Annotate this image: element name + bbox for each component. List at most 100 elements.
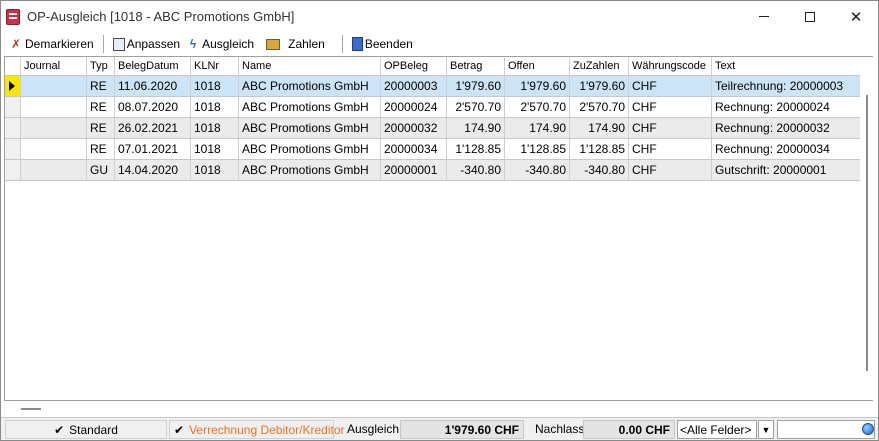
cell-zuzahlen[interactable]: 2'570.70 (570, 97, 629, 117)
cell-offen[interactable]: 1'979.60 (505, 76, 570, 96)
cell-opbeleg[interactable]: 20000024 (381, 97, 447, 117)
column-header-typ[interactable]: Typ (87, 57, 115, 75)
column-header-journal[interactable]: Journal (21, 57, 87, 75)
vertical-scrollbar-thumb[interactable] (866, 95, 868, 371)
cell-belegdatum[interactable]: 14.04.2020 (115, 160, 191, 180)
verrechnung-label: Verrechnung Debitor/Kreditor (189, 423, 345, 437)
cell-opbeleg[interactable]: 20000032 (381, 118, 447, 138)
cell-betrag[interactable]: -340.80 (447, 160, 505, 180)
cell-name[interactable]: ABC Promotions GmbH (239, 97, 381, 117)
standard-toggle[interactable]: ✔ Standard (5, 420, 167, 439)
vertical-scrollbar[interactable] (861, 57, 873, 400)
cell-text[interactable]: Teilrechnung: 20000003 (712, 76, 860, 96)
column-header-waehrungscode[interactable]: Währungscode (629, 57, 712, 75)
cell-waehrungscode[interactable]: CHF (629, 97, 712, 117)
cell-opbeleg[interactable]: 20000001 (381, 160, 447, 180)
cell-opbeleg[interactable]: 20000034 (381, 139, 447, 159)
cell-name[interactable]: ABC Promotions GmbH (239, 160, 381, 180)
cell-belegdatum[interactable]: 08.07.2020 (115, 97, 191, 117)
payment-icon (266, 38, 281, 50)
ausgleich-button[interactable]: ϟ Ausgleich (183, 34, 257, 54)
cell-journal[interactable] (21, 139, 87, 159)
column-header-betrag[interactable]: Betrag (447, 57, 505, 75)
cell-zuzahlen[interactable]: 1'128.85 (570, 139, 629, 159)
zahlen-label: Zahlen (288, 37, 325, 51)
verrechnung-toggle[interactable]: ✔ Verrechnung Debitor/Kreditor (169, 420, 344, 439)
table-row[interactable]: RE 07.01.2021 1018 ABC Promotions GmbH 2… (5, 139, 860, 160)
anpassen-button[interactable]: Anpassen (110, 34, 183, 54)
cell-offen[interactable]: 174.90 (505, 118, 570, 138)
cell-text[interactable]: Rechnung: 20000024 (712, 97, 860, 117)
cell-journal[interactable] (21, 97, 87, 117)
minimize-button[interactable] (741, 1, 787, 32)
maximize-button[interactable] (787, 1, 833, 32)
cell-typ[interactable]: RE (87, 97, 115, 117)
column-header-belegdatum[interactable]: BelegDatum (115, 57, 191, 75)
column-header-offen[interactable]: Offen (505, 57, 570, 75)
table-row[interactable]: RE 08.07.2020 1018 ABC Promotions GmbH 2… (5, 97, 860, 118)
standard-label: Standard (69, 423, 118, 437)
column-header-name[interactable]: Name (239, 57, 381, 75)
column-header-zuzahlen[interactable]: ZuZahlen (570, 57, 629, 75)
table-row[interactable]: GU 14.04.2020 1018 ABC Promotions GmbH 2… (5, 160, 860, 181)
cell-typ[interactable]: RE (87, 118, 115, 138)
column-header-klnr[interactable]: KLNr (191, 57, 239, 75)
cell-name[interactable]: ABC Promotions GmbH (239, 76, 381, 96)
cell-betrag[interactable]: 1'128.85 (447, 139, 505, 159)
column-header-text[interactable]: Text (712, 57, 860, 75)
cell-waehrungscode[interactable]: CHF (629, 118, 712, 138)
ausgleich-value: 1'979.60 CHF (400, 420, 524, 439)
table-row[interactable]: RE 26.02.2021 1018 ABC Promotions GmbH 2… (5, 118, 860, 139)
cell-text[interactable]: Rechnung: 20000034 (712, 139, 860, 159)
cell-name[interactable]: ABC Promotions GmbH (239, 118, 381, 138)
cell-typ[interactable]: RE (87, 76, 115, 96)
cell-belegdatum[interactable]: 07.01.2021 (115, 139, 191, 159)
table-row[interactable]: RE 11.06.2020 1018 ABC Promotions GmbH 2… (5, 76, 860, 97)
horizontal-scrollbar-thumb[interactable] (21, 408, 41, 410)
beenden-button[interactable]: Beenden (349, 34, 416, 54)
cell-journal[interactable] (21, 160, 87, 180)
cell-offen[interactable]: 2'570.70 (505, 97, 570, 117)
cell-waehrungscode[interactable]: CHF (629, 139, 712, 159)
cell-waehrungscode[interactable]: CHF (629, 76, 712, 96)
search-input[interactable] (777, 420, 875, 439)
lightning-icon: ϟ (189, 37, 197, 51)
cell-klnr[interactable]: 1018 (191, 139, 239, 159)
close-icon: ✕ (849, 8, 863, 26)
cell-offen[interactable]: 1'128.85 (505, 139, 570, 159)
cell-typ[interactable]: RE (87, 139, 115, 159)
cell-klnr[interactable]: 1018 (191, 160, 239, 180)
row-indicator (5, 139, 21, 159)
cell-waehrungscode[interactable]: CHF (629, 160, 712, 180)
cell-typ[interactable]: GU (87, 160, 115, 180)
demarkieren-button[interactable]: ✗ Demarkieren (6, 34, 97, 54)
cell-betrag[interactable]: 2'570.70 (447, 97, 505, 117)
cell-offen[interactable]: -340.80 (505, 160, 570, 180)
field-filter-select[interactable]: <Alle Felder> (677, 420, 757, 439)
cell-klnr[interactable]: 1018 (191, 97, 239, 117)
exit-icon (351, 37, 363, 51)
cell-belegdatum[interactable]: 26.02.2021 (115, 118, 191, 138)
cell-klnr[interactable]: 1018 (191, 118, 239, 138)
cell-betrag[interactable]: 174.90 (447, 118, 505, 138)
cell-klnr[interactable]: 1018 (191, 76, 239, 96)
globe-icon[interactable] (862, 423, 874, 435)
field-filter-dropdown-button[interactable]: ▼ (758, 420, 774, 439)
cell-text[interactable]: Rechnung: 20000032 (712, 118, 860, 138)
zahlen-button[interactable]: Zahlen (263, 34, 328, 54)
cell-text[interactable]: Gutschrift: 20000001 (712, 160, 860, 180)
row-indicator (5, 76, 21, 96)
cell-name[interactable]: ABC Promotions GmbH (239, 139, 381, 159)
checkmark-icon: ✔ (54, 423, 65, 437)
column-header-opbeleg[interactable]: OPBeleg (381, 57, 447, 75)
cell-zuzahlen[interactable]: 1'979.60 (570, 76, 629, 96)
cell-zuzahlen[interactable]: 174.90 (570, 118, 629, 138)
cell-journal[interactable] (21, 118, 87, 138)
cell-opbeleg[interactable]: 20000003 (381, 76, 447, 96)
cell-betrag[interactable]: 1'979.60 (447, 76, 505, 96)
cell-belegdatum[interactable]: 11.06.2020 (115, 76, 191, 96)
anpassen-label: Anpassen (126, 37, 181, 51)
cell-zuzahlen[interactable]: -340.80 (570, 160, 629, 180)
close-button[interactable]: ✕ (833, 1, 879, 32)
cell-journal[interactable] (21, 76, 87, 96)
